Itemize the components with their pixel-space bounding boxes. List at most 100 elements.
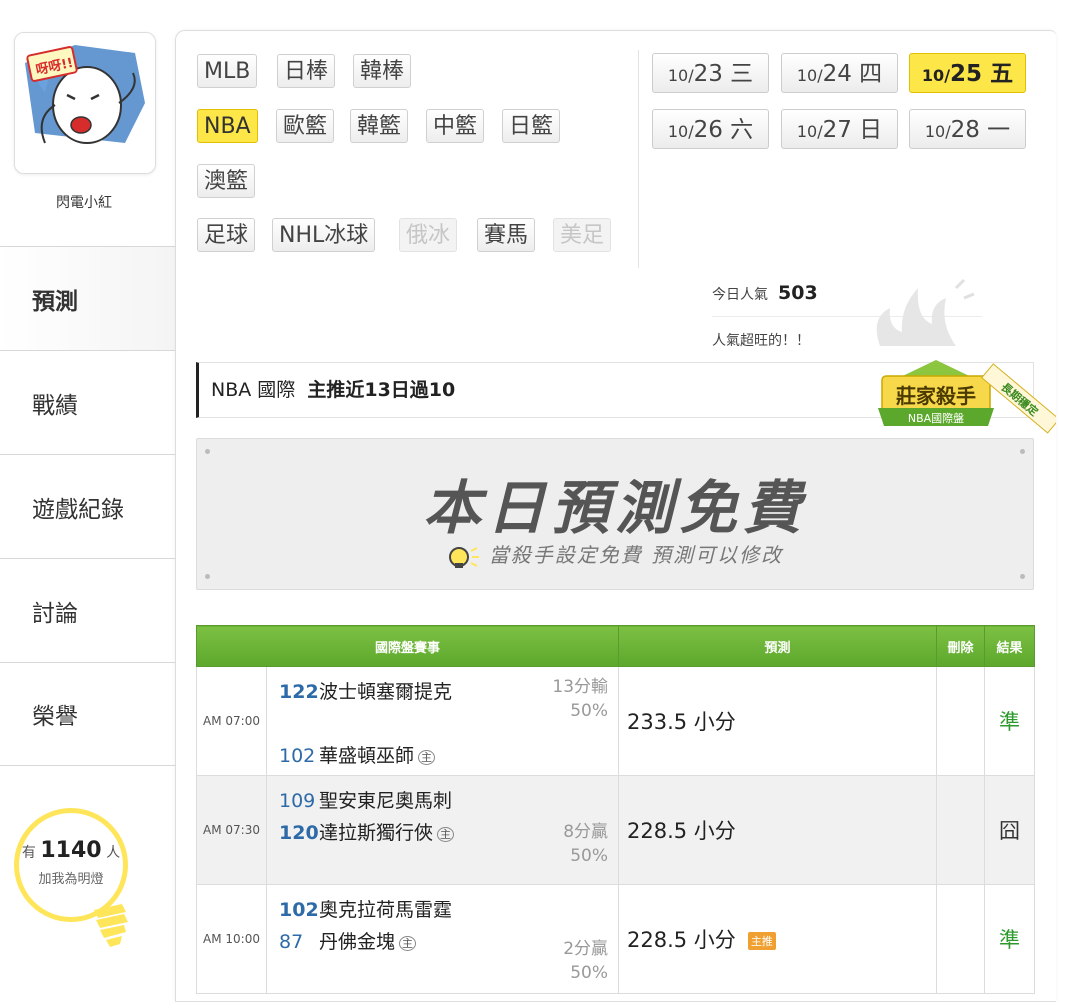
- sidebar: 呀呀!! 閃電小紅 預測 戰績 遊戲紀錄 討論 榮譽 有 1140 人 加我為明…: [0, 0, 175, 1000]
- avatar[interactable]: 呀呀!!: [14, 32, 156, 174]
- home-score: 102: [279, 745, 316, 767]
- nav-item-record[interactable]: 戰績: [0, 350, 175, 454]
- date-button-1023[interactable]: 10/23 三: [652, 53, 769, 93]
- date-button-1028[interactable]: 10/28 一: [909, 109, 1026, 149]
- title-headline: 主推近13日過10: [307, 379, 456, 401]
- league-tag-kr-baseball[interactable]: 韓棒: [353, 54, 412, 88]
- away-score: 109: [279, 790, 316, 812]
- league-tag-jp-basketball[interactable]: 日籃: [502, 109, 561, 143]
- prediction-value: 228.5 小分: [627, 928, 736, 952]
- league-tag-cn-basketball[interactable]: 中籃: [426, 109, 485, 143]
- away-team: 122波士頓塞爾提克: [279, 677, 452, 704]
- nav-label: 遊戲紀錄: [32, 496, 124, 523]
- spread-pct: 50%: [570, 963, 609, 983]
- date-day: 24: [822, 61, 852, 87]
- header-event: 國際盤賽事: [195, 625, 620, 667]
- date-md: 10/: [796, 66, 823, 85]
- prediction: 228.5 小分 主推: [618, 884, 938, 994]
- league-tag-ru-hockey: 俄冰: [399, 218, 458, 252]
- spread-pct: 50%: [570, 701, 609, 721]
- date-day: 28: [950, 117, 980, 143]
- header-result: 結果: [984, 625, 1036, 667]
- away-team: 102奧克拉荷馬雷霆: [279, 895, 452, 922]
- date-button-1026[interactable]: 10/26 六: [652, 109, 769, 149]
- prediction-value: 233.5 小分: [627, 710, 736, 734]
- table-row[interactable]: AM 07:00 122波士頓塞爾提克 102 華盛頓巫師主 13分輸 50% 23…: [196, 666, 1036, 776]
- nav-label: 預測: [32, 288, 78, 315]
- date-weekday: 四: [859, 61, 883, 87]
- home-team: 102 華盛頓巫師主: [279, 741, 436, 768]
- delete-cell: [936, 884, 986, 994]
- date-button-1024[interactable]: 10/24 四: [781, 53, 898, 93]
- badge-sub: NBA國際盤: [908, 412, 964, 425]
- league-tag-soccer[interactable]: 足球: [197, 218, 256, 252]
- user-name[interactable]: 閃電小紅: [14, 192, 154, 212]
- date-md: 10/: [796, 122, 823, 141]
- popularity-value: 503: [778, 282, 818, 304]
- date-md: 10/: [924, 122, 951, 141]
- prediction-value: 228.5 小分: [627, 819, 736, 843]
- home-score: 120: [279, 822, 319, 844]
- nav-label: 戰績: [32, 392, 78, 419]
- home-name: 丹佛金塊: [319, 931, 396, 953]
- result: 準: [984, 666, 1036, 776]
- date-weekday: 三: [730, 61, 754, 87]
- date-day: 25: [950, 61, 983, 87]
- title-league: NBA: [211, 379, 252, 401]
- fans-prefix: 有: [21, 845, 36, 861]
- main-pick-tag: 主推: [747, 932, 776, 950]
- title-market: 國際: [257, 379, 296, 401]
- banner-subtitle: 當殺手設定免費 預測可以修改: [488, 543, 784, 567]
- table-row[interactable]: AM 07:30 109 聖安東尼奧馬刺 120達拉斯獨行俠主 8分贏 50% 22…: [196, 775, 1036, 885]
- game-time: AM 10:00: [196, 884, 267, 994]
- spread: 8分贏 50%: [563, 820, 608, 868]
- fans-suffix: 人: [106, 845, 121, 861]
- away-name: 波士頓塞爾提克: [319, 681, 453, 703]
- date-button-1027[interactable]: 10/27 日: [781, 109, 898, 149]
- spread-pct: 50%: [570, 846, 609, 866]
- league-tag-mlb[interactable]: MLB: [197, 54, 258, 88]
- nav-item-discussion[interactable]: 討論: [0, 558, 175, 662]
- delete-cell: [936, 666, 986, 776]
- free-prediction-banner: 本日預測免費 當殺手設定免費 預測可以修改: [196, 438, 1034, 590]
- league-tag-kr-basketball[interactable]: 韓籃: [350, 109, 409, 143]
- game-time: AM 07:00: [196, 666, 267, 776]
- popularity-label: 今日人氣: [712, 287, 768, 303]
- away-team: 109 聖安東尼奧馬刺: [279, 786, 452, 813]
- nav-item-prediction[interactable]: 預測: [0, 246, 175, 350]
- away-name: 奧克拉荷馬雷霆: [319, 899, 453, 921]
- home-mark-icon: 主: [418, 749, 436, 765]
- date-weekday: 一: [987, 117, 1011, 143]
- fans-lightbulb[interactable]: 有 1140 人 加我為明燈: [14, 808, 134, 958]
- league-tag-jp-baseball[interactable]: 日棒: [277, 54, 336, 88]
- league-tag-nhl[interactable]: NHL冰球: [272, 218, 376, 252]
- league-tag-nba[interactable]: NBA: [197, 109, 258, 143]
- nav-item-game-log[interactable]: 遊戲紀錄: [0, 454, 175, 558]
- lightbulb-icon: [448, 546, 479, 568]
- prediction: 228.5 小分: [618, 775, 938, 885]
- spread: 2分贏 50%: [563, 937, 608, 985]
- result: 準: [984, 884, 1036, 994]
- table-row[interactable]: AM 10:00 102奧克拉荷馬雷霆 87 丹佛金塊主 2分贏 50% 228.5…: [196, 884, 1036, 994]
- nav-item-honor[interactable]: 榮譽: [0, 662, 175, 766]
- home-team: 120達拉斯獨行俠主: [279, 818, 455, 845]
- header-delete: 刪除: [936, 625, 986, 667]
- fans-count: 1140: [40, 838, 102, 863]
- date-md: 10/: [667, 66, 694, 85]
- teams-cell: 102奧克拉荷馬雷霆 87 丹佛金塊主 2分贏 50%: [265, 884, 620, 994]
- header-prediction: 預測: [618, 625, 938, 667]
- date-weekday: 五: [990, 61, 1014, 87]
- game-time: AM 07:30: [196, 775, 267, 885]
- teams-cell: 109 聖安東尼奧馬刺 120達拉斯獨行俠主 8分贏 50%: [265, 775, 620, 885]
- divider: [638, 50, 639, 268]
- league-tag-au-basketball[interactable]: 澳籃: [197, 164, 256, 198]
- away-score: 102: [279, 899, 319, 921]
- date-button-1025[interactable]: 10/25 五: [909, 53, 1026, 93]
- league-tag-eu-basketball[interactable]: 歐籃: [276, 109, 335, 143]
- league-tag-horse-racing[interactable]: 賽馬: [477, 218, 536, 252]
- badge-main: 莊家殺手: [896, 384, 976, 408]
- date-day: 23: [693, 61, 723, 87]
- result: 囧: [984, 775, 1036, 885]
- banner-title: 本日預測免費: [422, 474, 807, 542]
- spread: 13分輸 50%: [552, 675, 608, 723]
